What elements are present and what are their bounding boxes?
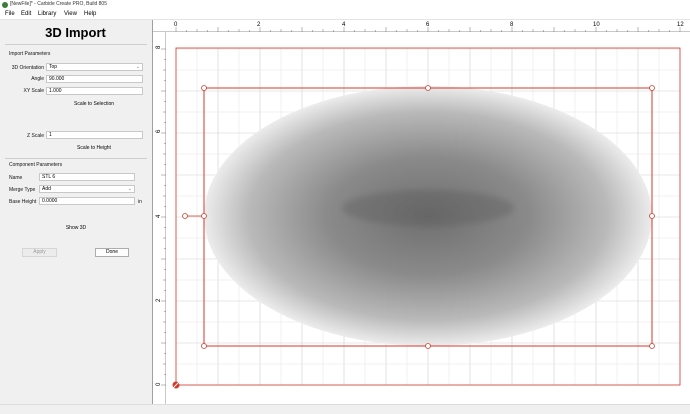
- x-tick-label: 2: [257, 22, 261, 28]
- chevron-down-icon: ⌄: [127, 186, 132, 192]
- y-tick-label: 8: [156, 45, 162, 49]
- y-tick-label: 6: [156, 129, 162, 133]
- scale-to-height-button[interactable]: Scale to Height: [72, 144, 116, 153]
- x-tick-label: 8: [510, 22, 514, 28]
- vertical-ruler: 0 2 4 6 8: [153, 32, 166, 404]
- xy-scale-input[interactable]: 1.000: [46, 87, 143, 95]
- merge-type-label: Merge Type: [9, 187, 36, 193]
- rotate-handle[interactable]: [182, 213, 188, 219]
- resize-handle[interactable]: [201, 85, 207, 91]
- y-tick-label: 4: [156, 214, 162, 218]
- resize-handle[interactable]: [649, 213, 655, 219]
- merge-type-value: Add: [42, 186, 51, 192]
- x-tick-label: 10: [593, 22, 600, 28]
- resize-handle[interactable]: [425, 343, 431, 349]
- y-tick-label: 2: [156, 298, 162, 302]
- apply-button[interactable]: Apply: [22, 248, 57, 257]
- y-tick-label: 0: [156, 382, 162, 386]
- canvas-svg[interactable]: [166, 32, 690, 404]
- name-input[interactable]: STL 6: [39, 173, 135, 181]
- menu-view[interactable]: View: [64, 11, 77, 17]
- x-tick-label: 6: [426, 22, 430, 28]
- divider: [5, 158, 147, 159]
- z-scale-label: Z Scale: [27, 133, 44, 139]
- angle-input[interactable]: 90.000: [46, 75, 143, 83]
- orientation-value: Top: [49, 64, 58, 70]
- origin-marker-icon: [171, 380, 181, 390]
- done-button[interactable]: Done: [95, 248, 129, 257]
- resize-handle[interactable]: [201, 343, 207, 349]
- angle-label: Angle: [31, 76, 44, 82]
- resize-handle[interactable]: [201, 213, 207, 219]
- horizontal-ruler-ticks: 0 2 4 6 8 10 12: [174, 22, 684, 32]
- show-3d-button[interactable]: Show 3D: [59, 224, 93, 233]
- merge-type-select[interactable]: Add ⌄: [39, 185, 135, 193]
- app-logo-icon: [2, 2, 8, 8]
- import-parameters-heading: Import Parameters: [9, 51, 51, 57]
- scale-to-selection-button[interactable]: Scale to Selection: [66, 100, 122, 109]
- title-bar: [NewFile]* - Carbide Create PRO, Build 8…: [0, 0, 690, 10]
- orientation-select[interactable]: Top ⌄: [46, 63, 143, 71]
- chevron-down-icon: ⌄: [135, 64, 140, 70]
- xy-scale-label: XY Scale: [23, 88, 44, 94]
- z-scale-input[interactable]: 1: [46, 131, 143, 139]
- horizontal-ruler: 0 2 4 6 8 10 12: [153, 20, 690, 32]
- window-title: [NewFile]* - Carbide Create PRO, Build 8…: [10, 1, 107, 7]
- base-height-label: Base Height: [9, 199, 37, 205]
- menu-file[interactable]: File: [5, 11, 15, 17]
- base-height-unit: in: [138, 199, 142, 205]
- design-canvas[interactable]: [166, 32, 690, 404]
- import-panel: 3D Import Import Parameters 3D Orientati…: [0, 20, 151, 404]
- base-height-input[interactable]: 0.0000: [39, 197, 135, 205]
- vertical-ruler-ticks: 0 2 4 6 8: [156, 45, 166, 386]
- name-label: Name: [9, 175, 23, 181]
- menu-help[interactable]: Help: [84, 11, 96, 17]
- component-parameters-heading: Component Parameters: [9, 162, 63, 168]
- x-tick-label: 4: [342, 22, 346, 28]
- menu-library[interactable]: Library: [38, 11, 56, 17]
- x-tick-label: 12: [677, 22, 684, 28]
- embossed-logo-shadow: [342, 190, 514, 226]
- orientation-label: 3D Orientation: [11, 65, 44, 71]
- menu-edit[interactable]: Edit: [21, 11, 31, 17]
- x-tick-label: 0: [174, 22, 178, 28]
- menu-bar: File Edit Library View Help: [0, 10, 690, 20]
- resize-handle[interactable]: [649, 85, 655, 91]
- resize-handle[interactable]: [425, 85, 431, 91]
- resize-handle[interactable]: [649, 343, 655, 349]
- panel-title: 3D Import: [45, 25, 106, 40]
- status-bar: [0, 404, 690, 414]
- divider: [5, 44, 147, 45]
